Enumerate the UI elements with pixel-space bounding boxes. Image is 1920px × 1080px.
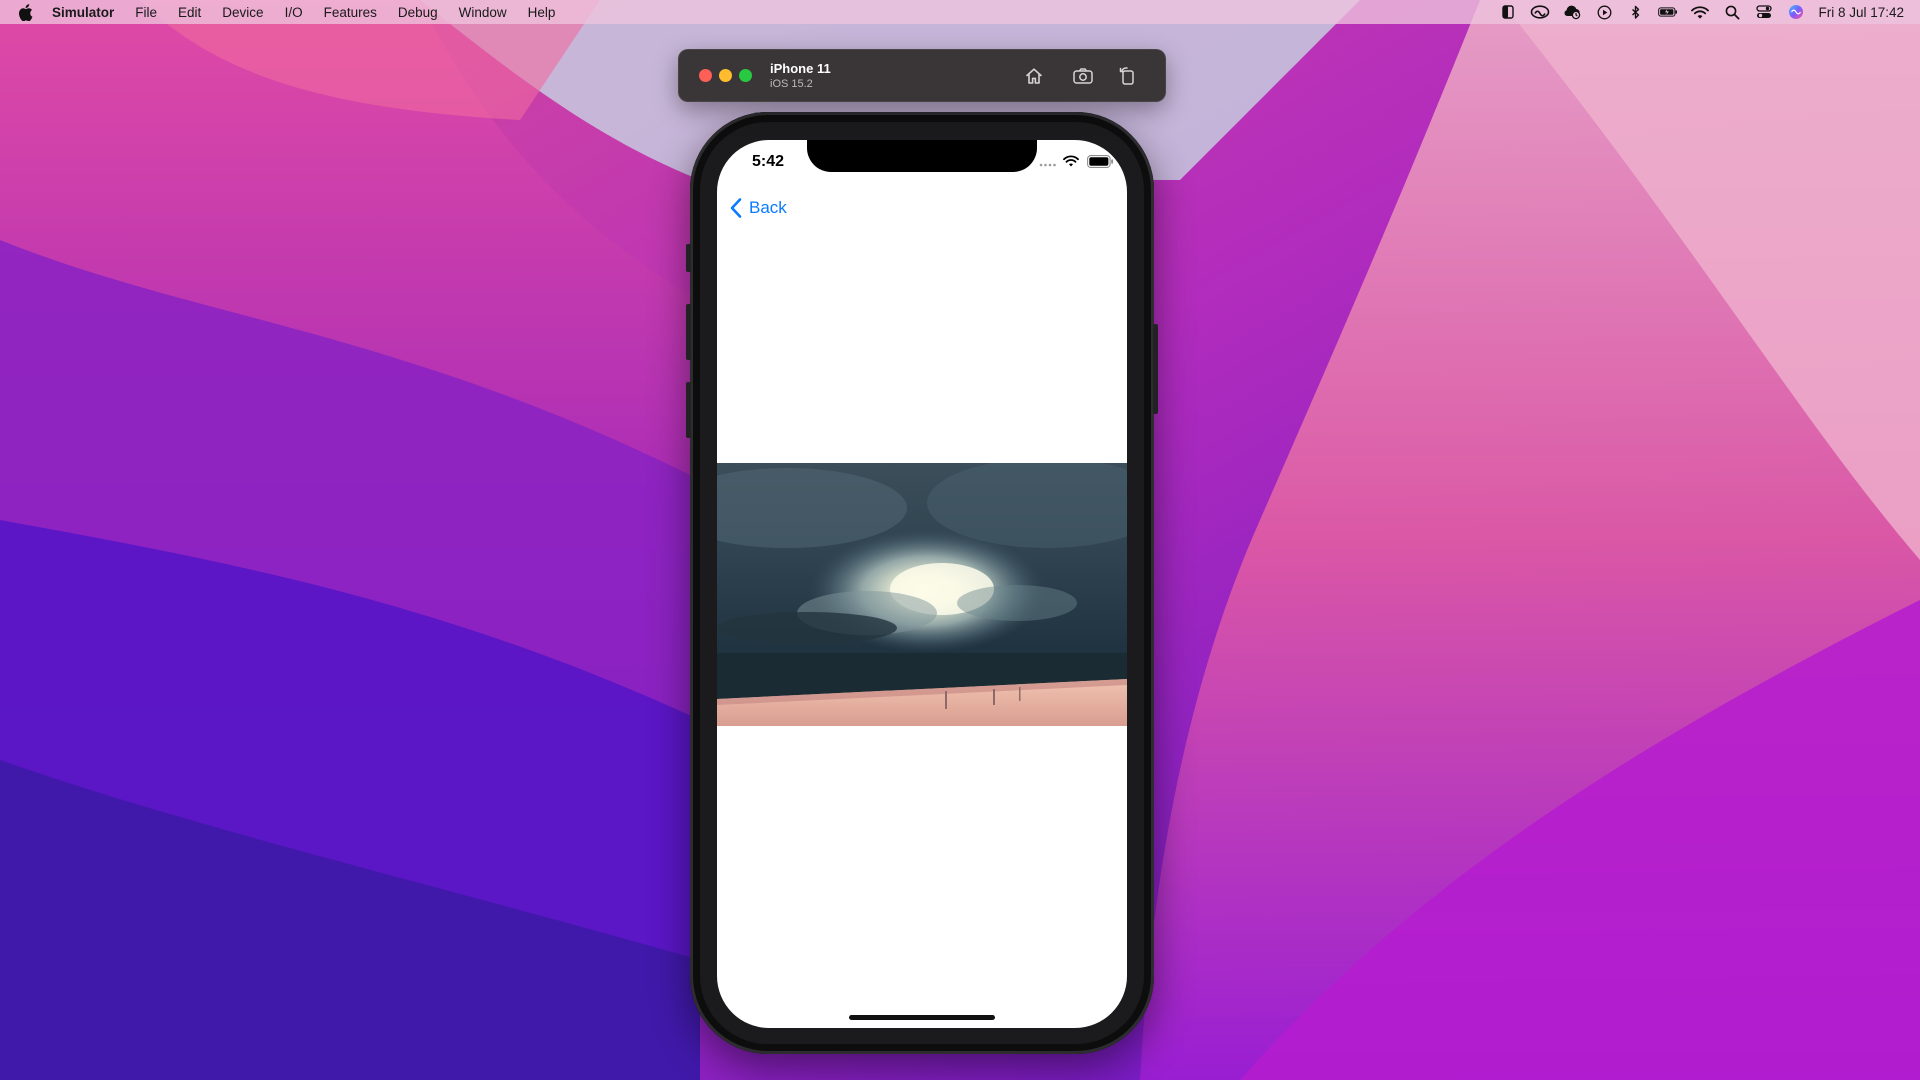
control-center-icon[interactable] [1754, 4, 1774, 20]
spotlight-search-icon[interactable] [1722, 4, 1742, 20]
cellular-signal-icon [1039, 155, 1057, 167]
bluetooth-icon[interactable] [1626, 4, 1646, 20]
menu-device[interactable]: Device [222, 5, 263, 20]
cloud-sync-icon[interactable] [1562, 4, 1582, 20]
back-button-label: Back [749, 198, 787, 217]
zoom-button[interactable] [739, 69, 752, 82]
menu-bar-clock[interactable]: Fri 8 Jul 17:42 [1818, 5, 1904, 20]
wifi-icon[interactable] [1690, 4, 1710, 20]
mute-switch [686, 244, 691, 272]
storm-photo-image [717, 463, 1127, 729]
minimize-button[interactable] [719, 69, 732, 82]
status-bar-time: 5:42 [751, 153, 785, 170]
screenshot-icon[interactable] [1071, 64, 1095, 88]
volume-down-button [686, 382, 691, 438]
menu-features[interactable]: Features [324, 5, 377, 20]
menu-help[interactable]: Help [528, 5, 556, 20]
menu-simulator[interactable]: Simulator [52, 5, 114, 20]
creative-cloud-icon[interactable] [1530, 4, 1550, 20]
chevron-left-icon [729, 197, 743, 219]
home-indicator[interactable] [849, 1015, 995, 1020]
phone-battery-icon [1087, 154, 1114, 168]
side-button [1153, 324, 1158, 414]
iphone-device-frame: 5:42 Back [686, 112, 1158, 1054]
menu-io[interactable]: I/O [285, 5, 303, 20]
home-icon[interactable] [1022, 64, 1046, 88]
volume-up-button [686, 304, 691, 360]
rotate-icon[interactable] [1116, 64, 1140, 88]
close-button[interactable] [699, 69, 712, 82]
battery-icon[interactable] [1658, 4, 1678, 20]
simulator-titlebar[interactable]: iPhone 11 iOS 15.2 [678, 49, 1166, 102]
sidebar-icon[interactable] [1498, 4, 1518, 20]
menu-window[interactable]: Window [459, 5, 507, 20]
storm-photo [717, 463, 1127, 729]
phone-wifi-icon [1063, 155, 1079, 167]
apple-icon[interactable] [18, 3, 34, 21]
device-name: iPhone 11 [770, 61, 831, 76]
notch [807, 140, 1037, 172]
back-button[interactable]: Back [729, 197, 787, 219]
os-version: iOS 15.2 [770, 78, 813, 90]
menu-file[interactable]: File [135, 5, 157, 20]
menu-debug[interactable]: Debug [398, 5, 438, 20]
status-bar-right [1039, 154, 1114, 168]
device-screen[interactable]: 5:42 Back [717, 140, 1127, 1028]
menu-edit[interactable]: Edit [178, 5, 201, 20]
play-icon[interactable] [1594, 4, 1614, 20]
menu-bar: Simulator File Edit Device I/O Features … [0, 0, 1920, 24]
siri-icon[interactable] [1786, 4, 1806, 20]
